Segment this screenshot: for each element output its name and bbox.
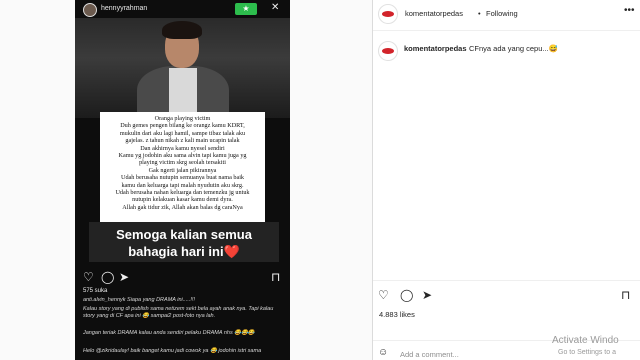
note-line: Dan akhirnya kamu nyesel sendiri xyxy=(140,144,225,152)
bookmark-icon: ⊓ xyxy=(271,270,281,284)
windows-watermark: Activate Windo xyxy=(552,335,619,346)
story-comment: Kalau story yang di publish sama netizem… xyxy=(83,306,274,319)
comment-avatar[interactable] xyxy=(378,41,398,61)
story-likes: 575 suka xyxy=(83,288,108,294)
story-comment: Helo @zikridaulay! baik banget kamu jadi… xyxy=(83,348,262,354)
share-icon: ➤ xyxy=(119,270,130,284)
smile-icon[interactable]: ☺ xyxy=(378,347,388,358)
story-username: hennyyrahman xyxy=(101,5,148,12)
note-line: nutupin kelakuan kasar kamu demi dyra. xyxy=(132,196,233,204)
story-note: Oranga playing victim Duh gemes pengen b… xyxy=(100,112,265,222)
header-avatar[interactable] xyxy=(378,4,398,24)
instagram-post-viewer: hennyyrahman ★ ✕ Oranga playing victim D… xyxy=(0,0,640,360)
comment-icon: ◯ xyxy=(101,270,115,284)
actions-divider xyxy=(373,280,640,281)
close-icon: ✕ xyxy=(271,2,280,13)
follow-status-button[interactable]: Following xyxy=(486,9,518,18)
comment-text: CFnya ada yang cepu...😅 xyxy=(469,44,558,53)
heart-icon[interactable]: ♡ xyxy=(378,288,389,302)
lips-logo xyxy=(382,11,394,17)
add-comment-input[interactable]: Add a comment... xyxy=(400,350,459,359)
note-line: Udah berusaha nahan keluarga dan temenzk… xyxy=(115,189,250,197)
story-comment: Jangan teriak DRAMA kalau anda sendiri p… xyxy=(83,330,255,336)
close-friends-badge: ★ xyxy=(235,3,257,15)
note-line: kamu dan keluarga tapi malah nyudutin ak… xyxy=(121,181,244,189)
story-photo xyxy=(75,18,290,126)
share-icon[interactable]: ➤ xyxy=(422,288,432,302)
header-username[interactable]: komentatorpedas xyxy=(405,9,463,18)
note-line: Duh gemes pengen bilang ke orangz kamu K… xyxy=(120,122,245,130)
note-line: Gak ngerti jalan pikirannya xyxy=(148,166,217,174)
story-avatar xyxy=(83,3,97,17)
heart-icon: ♡ xyxy=(83,270,94,284)
bookmark-icon[interactable]: ⊓ xyxy=(621,288,630,302)
note-line: Kamu yg jodohin aku sama alvin tapi kamu… xyxy=(118,152,247,160)
story-caption: Semoga kalian semua bahagia hari ini❤️ xyxy=(89,226,279,260)
windows-watermark-sub: Go to Settings to a xyxy=(558,349,616,356)
story-action-bar: ♡ ◯ ➤ ⊓ xyxy=(75,268,290,288)
photo-shirt xyxy=(169,68,197,118)
separator: • xyxy=(478,9,481,18)
note-line: Oranga playing victim xyxy=(154,115,211,122)
likes-count[interactable]: 4.883 likes xyxy=(379,310,415,319)
note-line: Allah gak tidur zik, Allah akan balas dg… xyxy=(122,203,243,211)
note-line: gajelas. z tahun nikah z kali main ucapi… xyxy=(125,137,240,145)
note-line: playing victim skrg seolah tersakiti xyxy=(139,159,226,167)
caption-line: Semoga kalian semua xyxy=(116,227,252,242)
more-icon[interactable]: ••• xyxy=(624,5,635,16)
lips-logo xyxy=(382,48,394,54)
header-divider xyxy=(373,30,640,31)
note-line: Udah berusaha nutupin semuanya buat nama… xyxy=(120,174,245,182)
story-screenshot: hennyyrahman ★ ✕ Oranga playing victim D… xyxy=(75,0,290,360)
note-line: mukulin dari aku lagi hamil, sampe tibaz… xyxy=(119,129,246,137)
photo-hair xyxy=(162,21,202,39)
caption-line: bahagia hari ini❤️ xyxy=(128,244,240,259)
comment-icon[interactable]: ◯ xyxy=(400,288,413,302)
panel-divider xyxy=(372,0,373,360)
comment-username[interactable]: komentatorpedas xyxy=(404,44,467,53)
story-comment: anti.alvin_hennyk Siapa yang DRAMA ini..… xyxy=(83,297,195,303)
